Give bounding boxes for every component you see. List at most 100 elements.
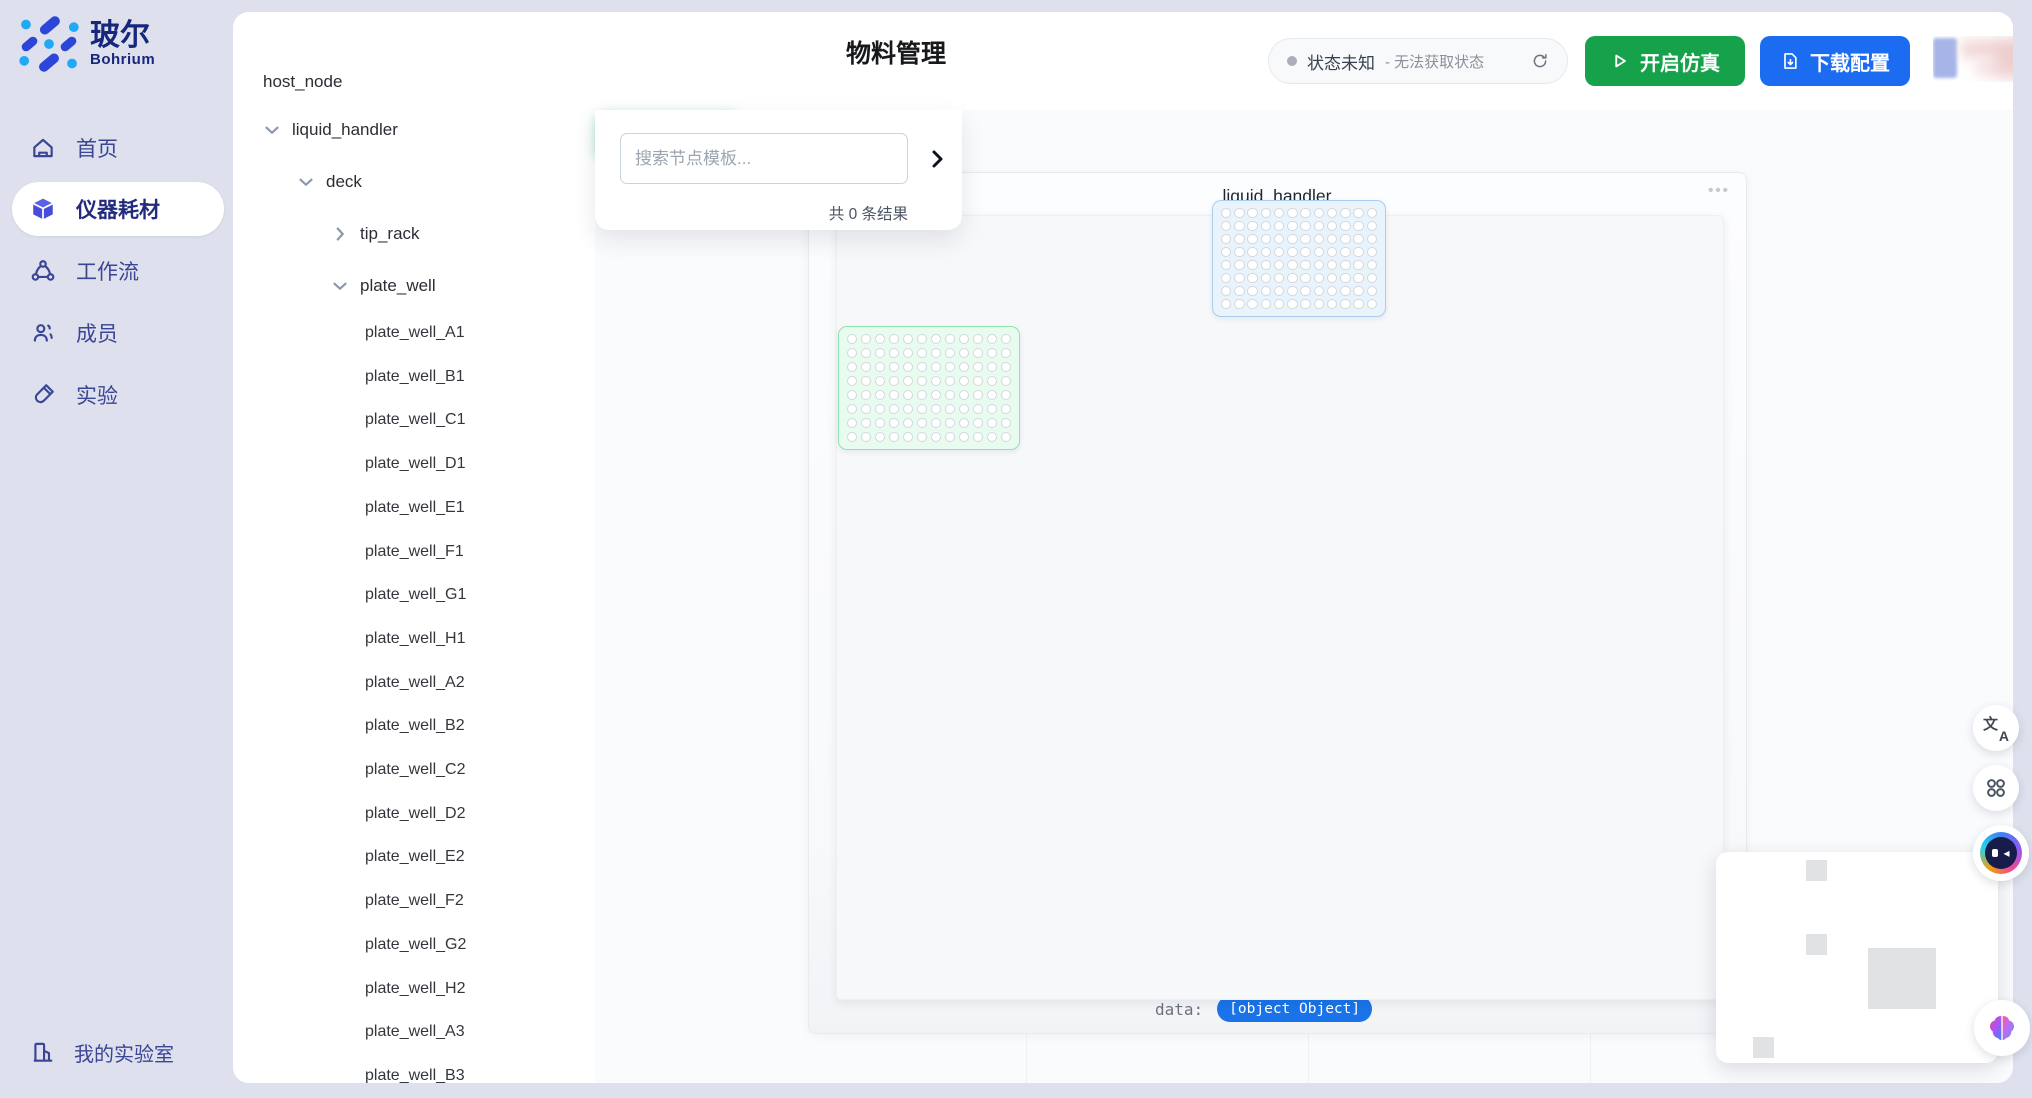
sidebar-item-3[interactable]: 工作流 xyxy=(12,244,224,298)
node-tree-panel: host_node liquid_handlerdeck tip_rackplate… xyxy=(233,12,596,1083)
well xyxy=(1274,208,1285,219)
sidebar-item-4[interactable]: 成员 xyxy=(12,306,224,360)
well xyxy=(1353,247,1364,258)
sidebar-footer-label: 我的实验室 xyxy=(74,1038,174,1067)
members-icon xyxy=(30,320,56,346)
well xyxy=(1234,221,1245,232)
well xyxy=(1221,208,1232,219)
well xyxy=(1300,221,1311,232)
search-input[interactable] xyxy=(620,133,908,184)
well xyxy=(1340,247,1351,258)
well xyxy=(1001,376,1012,387)
well xyxy=(973,390,984,401)
well xyxy=(1287,273,1298,284)
app-window: 玻尔 Bohrium 首页仪器耗材工作流成员实验 我的实验室 host_node… xyxy=(0,0,2032,1098)
well xyxy=(903,348,914,359)
assistant-robot-button[interactable]: ◂ xyxy=(1973,825,2029,881)
tree-node-plate_well_E2[interactable]: plate_well_E2 xyxy=(365,844,465,870)
well xyxy=(1314,208,1325,219)
tree-node-plate_well_D1[interactable]: plate_well_D1 xyxy=(365,451,466,477)
tree-node-plate_well_A3[interactable]: plate_well_A3 xyxy=(365,1019,465,1045)
chevron-down-icon[interactable] xyxy=(329,275,351,297)
well xyxy=(847,432,858,443)
tree-node-plate_well_A2[interactable]: plate_well_A2 xyxy=(365,670,465,696)
chevron-down-icon[interactable] xyxy=(295,171,317,193)
well xyxy=(1261,260,1272,271)
well xyxy=(1221,260,1232,271)
tree-node-plate_well_G1[interactable]: plate_well_G1 xyxy=(365,582,466,608)
tree-node-plate_well[interactable]: plate_well xyxy=(329,273,436,299)
well xyxy=(1300,208,1311,219)
tree-node-plate_well_C1[interactable]: plate_well_C1 xyxy=(365,407,466,433)
well xyxy=(1353,260,1364,271)
minimap-node xyxy=(1806,860,1827,881)
well xyxy=(1287,208,1298,219)
well xyxy=(931,334,942,345)
tree-node-liquid_handler[interactable]: liquid_handler xyxy=(261,117,398,143)
well xyxy=(1221,234,1232,245)
translate-icon: 文A xyxy=(1983,715,2009,741)
tree-node-plate_well_F1[interactable]: plate_well_F1 xyxy=(365,539,464,565)
sidebar-item-2[interactable]: 仪器耗材 xyxy=(12,182,224,236)
tree-node-label: liquid_handler xyxy=(292,120,398,140)
tree-node-label: tip_rack xyxy=(360,224,420,244)
well xyxy=(861,404,872,415)
sidebar: 玻尔 Bohrium 首页仪器耗材工作流成员实验 我的实验室 xyxy=(0,0,233,1098)
node-menu-icon[interactable]: ••• xyxy=(1699,182,1739,199)
well xyxy=(875,404,886,415)
minimap[interactable] xyxy=(1716,852,1998,1063)
tree-node-plate_well_B2[interactable]: plate_well_B2 xyxy=(365,713,465,739)
tree-node-plate_well_G2[interactable]: plate_well_G2 xyxy=(365,932,466,958)
download-config-button[interactable]: 下载配置 xyxy=(1760,36,1910,86)
tree-node-plate_well_H2[interactable]: plate_well_H2 xyxy=(365,976,466,1002)
well xyxy=(889,334,900,345)
well xyxy=(847,348,858,359)
well xyxy=(917,390,928,401)
brain-icon xyxy=(1986,1012,2018,1044)
sidebar-item-my-lab[interactable]: 我的实验室 xyxy=(12,1025,224,1079)
well xyxy=(903,362,914,373)
well xyxy=(861,348,872,359)
tree-node-plate_well_A1[interactable]: plate_well_A1 xyxy=(365,320,465,346)
tree-node-tip_rack[interactable]: tip_rack xyxy=(329,221,420,247)
bohrium-logo[interactable]: 玻尔 Bohrium xyxy=(18,12,228,76)
chevron-right-icon[interactable] xyxy=(329,223,351,245)
tree-node-deck[interactable]: deck xyxy=(295,169,362,195)
translate-button[interactable]: 文A xyxy=(1973,705,2019,751)
tree-node-plate_well_D2[interactable]: plate_well_D2 xyxy=(365,801,466,827)
sidebar-item-1[interactable]: 首页 xyxy=(12,121,224,175)
tree-node-label: plate_well_D2 xyxy=(365,805,466,823)
well xyxy=(1287,234,1298,245)
ai-brain-button[interactable] xyxy=(1974,1000,2030,1056)
tree-node-plate_well_B3[interactable]: plate_well_B3 xyxy=(365,1063,465,1083)
apps-button[interactable] xyxy=(1973,765,2019,811)
tree-node-label: plate_well_B2 xyxy=(365,717,465,735)
sidebar-item-label: 工作流 xyxy=(76,256,139,286)
tree-node-host_node[interactable]: host_node xyxy=(263,69,342,95)
bohrium-logo-icon xyxy=(18,15,80,73)
sidebar-item-5[interactable]: 实验 xyxy=(12,368,224,422)
well xyxy=(1367,234,1378,245)
tree-node-label: plate_well_G2 xyxy=(365,936,466,954)
tree-node-plate_well_B1[interactable]: plate_well_B1 xyxy=(365,364,465,390)
well xyxy=(1340,299,1351,310)
well xyxy=(945,376,956,387)
tree-node-plate_well_F2[interactable]: plate_well_F2 xyxy=(365,888,464,914)
tree-node-plate_well_H1[interactable]: plate_well_H1 xyxy=(365,626,466,652)
collapse-panel-button[interactable] xyxy=(925,146,951,172)
well xyxy=(889,348,900,359)
tree-node-plate_well_C2[interactable]: plate_well_C2 xyxy=(365,757,466,783)
well xyxy=(1327,221,1338,232)
plate-well-plate[interactable] xyxy=(838,326,1020,450)
tree-node-plate_well_E1[interactable]: plate_well_E1 xyxy=(365,495,465,521)
well xyxy=(1367,208,1378,219)
well xyxy=(1367,260,1378,271)
start-simulation-button[interactable]: 开启仿真 xyxy=(1585,36,1745,86)
well xyxy=(917,334,928,345)
tip-rack-plate[interactable] xyxy=(1212,200,1386,317)
well xyxy=(1314,260,1325,271)
well xyxy=(1340,273,1351,284)
chevron-down-icon[interactable] xyxy=(261,119,283,141)
refresh-icon[interactable] xyxy=(1531,52,1549,70)
well xyxy=(1261,208,1272,219)
